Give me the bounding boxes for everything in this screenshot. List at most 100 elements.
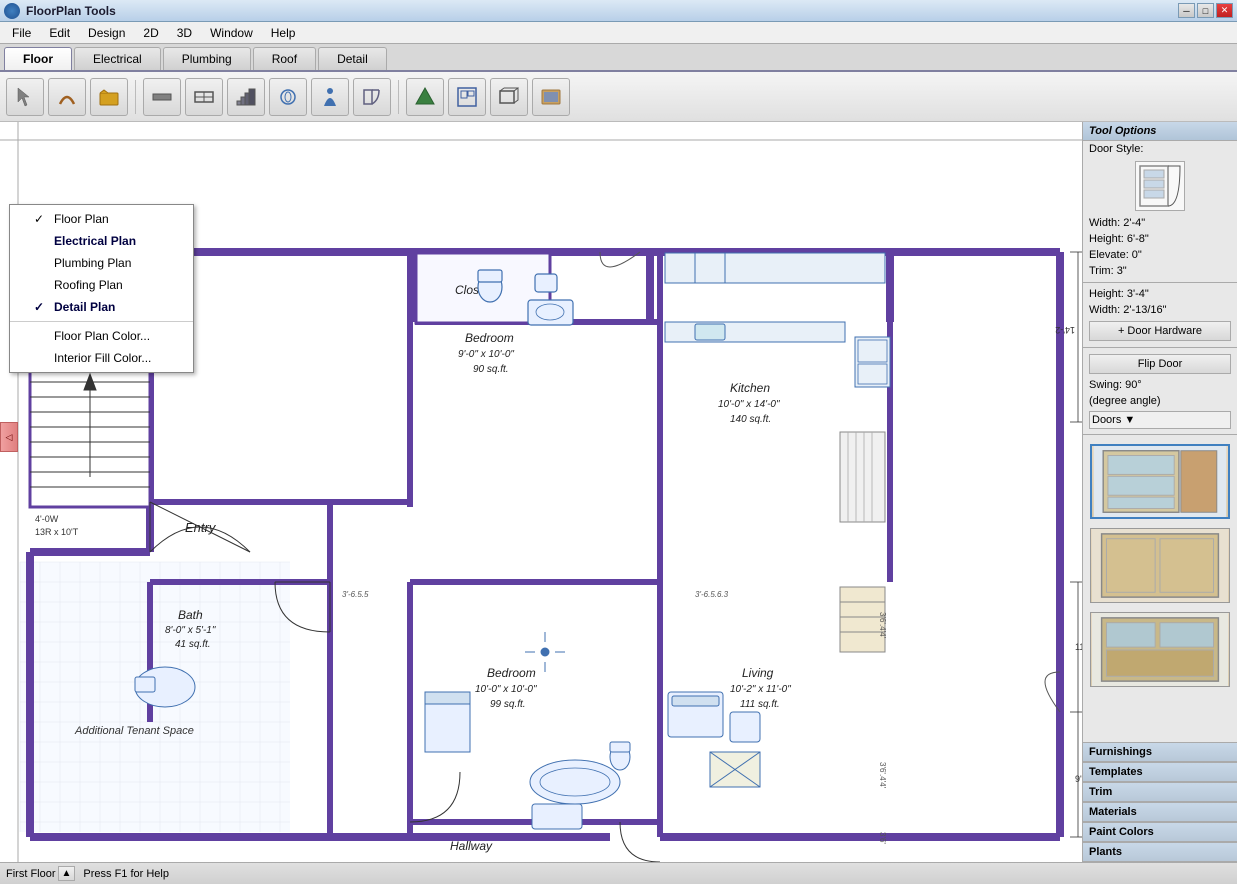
svg-text:9'-0" x 10'-0": 9'-0" x 10'-0" <box>458 349 514 360</box>
materials-section[interactable]: Materials <box>1083 802 1237 822</box>
floor-selector[interactable]: First Floor ▲ <box>6 866 75 881</box>
menu-item-plumbing-plan[interactable]: Plumbing Plan <box>10 252 193 274</box>
height2-option: Height: 3'-4" <box>1083 286 1237 302</box>
svg-text:10'-0" x 10'-0": 10'-0" x 10'-0" <box>475 684 537 695</box>
menu-bar: File Edit Design 2D 3D Window Help <box>0 22 1237 44</box>
sep1 <box>135 80 136 114</box>
tool-options-header: Tool Options <box>1083 122 1237 141</box>
door-tool[interactable] <box>353 78 391 116</box>
scroll-handle[interactable]: ◁ <box>0 422 18 452</box>
arc-tool[interactable] <box>48 78 86 116</box>
doors-dropdown[interactable]: Doors ▼ <box>1089 411 1231 429</box>
maximize-button[interactable]: □ <box>1197 3 1214 18</box>
door-preview <box>1135 161 1185 211</box>
panel-divider-2 <box>1083 347 1237 348</box>
svg-text:3'-6.5.6.3: 3'-6.5.6.3 <box>695 590 729 599</box>
door-style-label: Door Style: <box>1083 141 1237 157</box>
menu-item-detail-plan[interactable]: ✓ Detail Plan <box>10 296 193 318</box>
door-thumbnail-2[interactable] <box>1090 528 1230 603</box>
3d-view-tool[interactable] <box>490 78 528 116</box>
toolbar <box>0 72 1237 122</box>
app-icon <box>4 3 20 19</box>
menu-item-floor-plan-color[interactable]: Floor Plan Color... <box>10 325 193 347</box>
furnishings-section[interactable]: Furnishings <box>1083 742 1237 762</box>
svg-text:99 sq.ft.: 99 sq.ft. <box>490 699 526 710</box>
tab-bar: Floor Electrical Plumbing Roof Detail <box>0 44 1237 72</box>
plants-section[interactable]: Plants <box>1083 842 1237 862</box>
minimize-button[interactable]: ─ <box>1178 3 1195 18</box>
door-thumbnail-1[interactable] <box>1090 444 1230 519</box>
floorplan-view-tool[interactable] <box>448 78 486 116</box>
tab-detail[interactable]: Detail <box>318 47 387 70</box>
swing-option: Swing: 90° <box>1083 377 1237 393</box>
svg-text:Kitchen: Kitchen <box>730 381 770 395</box>
door-hardware-button[interactable]: + Door Hardware <box>1089 321 1231 341</box>
svg-text:14'-2: 14'-2 <box>1055 325 1075 335</box>
svg-text:41 sq.ft.: 41 sq.ft. <box>175 639 211 650</box>
right-panel: Tool Options Door Style: Width: 2'-4" He… <box>1082 122 1237 862</box>
svg-text:3'6'.4'4': 3'6'.4'4' <box>878 762 887 789</box>
svg-text:8'-0" x 5'-1": 8'-0" x 5'-1" <box>165 625 216 636</box>
status-bar: First Floor ▲ Press F1 for Help <box>0 862 1237 884</box>
swing-label-option: (degree angle) <box>1083 393 1237 409</box>
svg-text:140 sq.ft.: 140 sq.ft. <box>730 414 771 425</box>
menu-help[interactable]: Help <box>263 24 304 42</box>
svg-text:Bedroom: Bedroom <box>487 666 536 680</box>
width2-option: Width: 2'-13/16" <box>1083 302 1237 318</box>
folder-tool[interactable] <box>90 78 128 116</box>
svg-text:Additional Tenant Space: Additional Tenant Space <box>74 725 194 737</box>
svg-text:9'-2: 9'-2 <box>1075 774 1082 784</box>
window-tool[interactable] <box>185 78 223 116</box>
door-thumbnail-3[interactable] <box>1090 612 1230 687</box>
svg-text:10'-2" x 11'-0": 10'-2" x 11'-0" <box>730 684 791 695</box>
person-tool[interactable] <box>311 78 349 116</box>
menu-design[interactable]: Design <box>80 24 133 42</box>
green-tool[interactable] <box>406 78 444 116</box>
menu-item-floor-plan[interactable]: ✓ Floor Plan <box>10 208 193 230</box>
menu-window[interactable]: Window <box>202 24 261 42</box>
svg-text:10'-0" x 14'-0": 10'-0" x 14'-0" <box>718 399 780 410</box>
svg-text:3'6': 3'6' <box>878 832 887 844</box>
svg-text:3'-6.5.5: 3'-6.5.5 <box>342 590 369 599</box>
menu-edit[interactable]: Edit <box>41 24 78 42</box>
arrow-tool[interactable] <box>6 78 44 116</box>
menu-item-interior-fill-color[interactable]: Interior Fill Color... <box>10 347 193 369</box>
templates-section[interactable]: Templates <box>1083 762 1237 782</box>
render-tool[interactable] <box>532 78 570 116</box>
svg-text:13R x 10'T: 13R x 10'T <box>35 527 79 537</box>
wall-tool[interactable] <box>143 78 181 116</box>
close-button[interactable]: ✕ <box>1216 3 1233 18</box>
menu-item-roofing-plan[interactable]: Roofing Plan <box>10 274 193 296</box>
menu-2d[interactable]: 2D <box>135 24 166 42</box>
tab-floor[interactable]: Floor <box>4 47 72 70</box>
svg-text:111 sq.ft.: 111 sq.ft. <box>740 699 780 710</box>
svg-text:Hallway: Hallway <box>450 839 493 853</box>
stairs-tool[interactable] <box>227 78 265 116</box>
floor-up-button[interactable]: ▲ <box>58 866 76 881</box>
menu-item-electrical-plan[interactable]: Electrical Plan <box>10 230 193 252</box>
svg-text:Living: Living <box>742 666 774 680</box>
panel-divider-1 <box>1083 282 1237 283</box>
elevate-option: Elevate: 0" <box>1083 247 1237 263</box>
window-controls: ─ □ ✕ <box>1178 3 1233 18</box>
paint-colors-section[interactable]: Paint Colors <box>1083 822 1237 842</box>
floor-label: First Floor <box>6 868 56 880</box>
sep2 <box>398 80 399 114</box>
dropdown-separator <box>10 321 193 322</box>
fixture-tool[interactable] <box>269 78 307 116</box>
flip-door-button[interactable]: Flip Door <box>1089 354 1231 374</box>
tab-plumbing[interactable]: Plumbing <box>163 47 251 70</box>
trim-option: Trim: 3" <box>1083 263 1237 279</box>
tab-electrical[interactable]: Electrical <box>74 47 161 70</box>
trim-section[interactable]: Trim <box>1083 782 1237 802</box>
svg-text:Bath: Bath <box>178 608 203 622</box>
svg-text:90 sq.ft.: 90 sq.ft. <box>473 364 509 375</box>
menu-file[interactable]: File <box>4 24 39 42</box>
menu-3d[interactable]: 3D <box>169 24 200 42</box>
help-hint: Press F1 for Help <box>83 868 169 880</box>
height-option: Height: 6'-8" <box>1083 231 1237 247</box>
title-bar: FloorPlan Tools ─ □ ✕ <box>0 0 1237 22</box>
tab-roof[interactable]: Roof <box>253 47 316 70</box>
canvas-area[interactable]: ✓ Floor Plan Electrical Plan Plumbing Pl… <box>0 122 1082 862</box>
app-title: FloorPlan Tools <box>26 4 116 18</box>
